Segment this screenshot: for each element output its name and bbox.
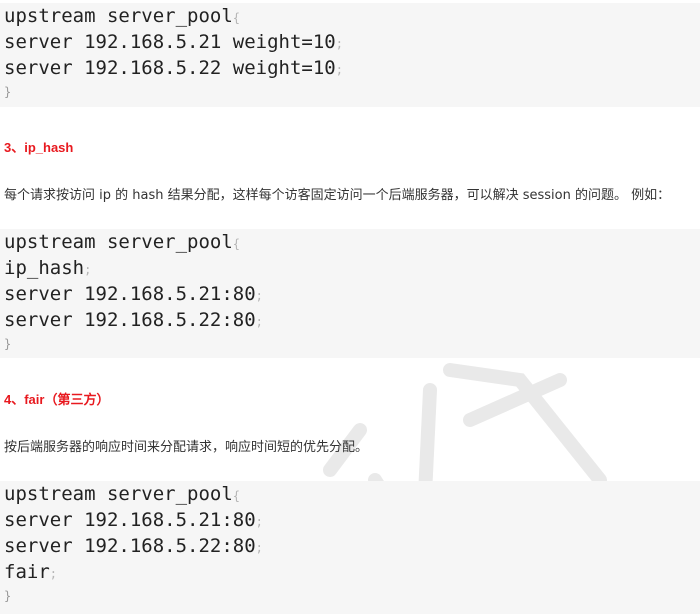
code-line: server 192.168.5.21 weight=10; [4,31,343,53]
code-closing-brace: } [4,589,12,603]
code-line: ip_hash; [4,257,92,279]
code-line: server 192.168.5.21:80; [4,283,263,305]
code-line: upstream server_pool{ [4,483,241,505]
code-line: upstream server_pool{ [4,5,241,27]
code-block: upstream server_pool{ server 192.168.5.2… [0,481,700,614]
code-line: upstream server_pool{ [4,231,241,253]
code-line: server 192.168.5.22:80; [4,309,263,331]
section-description: 按后端服务器的响应时间来分配请求，响应时间短的优先分配。 [4,440,369,455]
code-line: server 192.168.5.22:80; [4,535,263,557]
section-description: 每个请求按访问 ip 的 hash 结果分配，这样每个访客固定访问一个后端服务器… [4,188,671,203]
section-heading: 4、fair（第三方） [4,392,110,407]
code-line: server 192.168.5.21:80; [4,509,263,531]
code-line: fair; [4,561,57,583]
code-block: upstream server_pool{ ip_hash; server 19… [0,229,700,358]
section-heading: 3、ip_hash [4,140,74,155]
code-line: server 192.168.5.22 weight=10; [4,57,343,79]
code-block: upstream server_pool{ server 192.168.5.2… [0,3,700,107]
code-closing-brace: } [4,337,12,351]
code-closing-brace: } [4,85,12,99]
